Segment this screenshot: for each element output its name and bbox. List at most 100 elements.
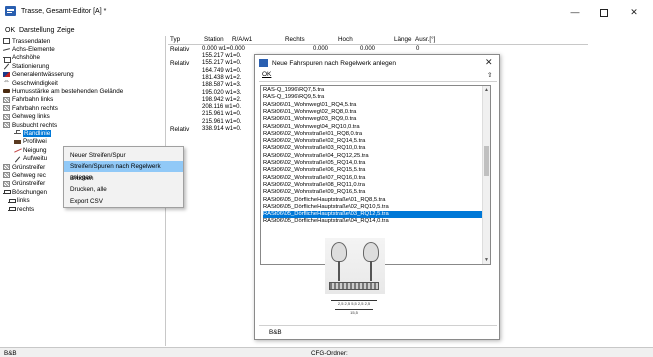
tree-item-label: Trassendaten	[12, 37, 51, 45]
tree-item[interactable]: Böschungen	[3, 188, 47, 196]
tree-item[interactable]: Generalentwässerung	[3, 71, 74, 79]
tree-item[interactable]: Neigung	[14, 146, 46, 154]
column-header-ausr[interactable]: Ausr.[°]	[415, 36, 435, 43]
tree-item[interactable]: Fahrbahn links	[3, 96, 53, 104]
tree-item[interactable]: Fahrbahn rechts	[3, 104, 58, 112]
list-item[interactable]: RAS-Q_1996\RQ9,5.tra	[263, 94, 483, 101]
tree-item-label: Neigung	[23, 146, 47, 154]
row-type: Relativ	[170, 46, 190, 53]
context-menu-item[interactable]: Neuer Streifen/Spur	[64, 150, 183, 161]
list-item[interactable]: RASt06\05_DörflicheHauptstraße\02_RQ10,5…	[263, 204, 483, 211]
row-station: 338.914 w1=0.	[202, 126, 242, 132]
tree-item-label: Randlinie	[23, 129, 52, 137]
row-hoch: 0.000	[360, 46, 376, 52]
tree-item[interactable]: Stationierung	[3, 62, 49, 70]
list-item[interactable]: RASt06\05_DörflicheHauptstraße\01_RQ8,5.…	[263, 197, 483, 204]
tree-item[interactable]: Grünstreifer	[3, 180, 45, 188]
tree-item[interactable]: Randlinie	[14, 129, 52, 137]
axis-icon	[3, 46, 10, 52]
tree-item[interactable]: Grünstreifer	[3, 163, 45, 171]
list-item[interactable]: RASt06\01_Wohnweg\01_RQ4,5.tra	[263, 102, 483, 109]
tree-item-label: Fahrbahn links	[12, 96, 54, 104]
menu-darstellung[interactable]: Darstellung	[19, 27, 54, 34]
row-station: 188.587 w1=3.	[202, 82, 242, 89]
list-item[interactable]: RASt06\02_Wohnstraße\06_RQ15,5.tra	[263, 167, 483, 174]
pin-icon[interactable]: ⇧	[487, 71, 492, 79]
list-item[interactable]: RASt06\02_Wohnstraße\05_RQ14,0.tra	[263, 160, 483, 167]
list-item[interactable]: RAS-Q_1996\RQ7,5.tra	[263, 87, 483, 94]
tree-item[interactable]: rechts	[8, 205, 34, 213]
column-header-hoch[interactable]: Hoch	[338, 36, 353, 43]
dialog-divider	[259, 81, 497, 82]
tree-item[interactable]: Profilwei	[14, 138, 47, 146]
tree-item[interactable]: Trassendaten	[3, 37, 50, 45]
row-station: 208.116 w1=0.	[202, 104, 242, 111]
scroll-down-icon[interactable]: ▼	[483, 256, 490, 264]
tree-item-label: Busbucht rechts	[12, 121, 58, 129]
close-button[interactable]: ✕	[627, 5, 641, 19]
menu-ok[interactable]: OK	[5, 27, 15, 34]
edge-line-icon	[14, 130, 21, 136]
tree-item[interactable]: Humusstärke am bestehenden Gelände	[3, 87, 123, 95]
tree-item[interactable]: Aufweitu	[14, 155, 47, 163]
dialog-ok-button[interactable]: OK	[262, 71, 271, 78]
column-header-typ[interactable]: Typ	[170, 36, 180, 43]
list-item[interactable]: RASt06\02_Wohnstraße\09_RQ16,5.tra	[263, 189, 483, 196]
list-item[interactable]: RASt06\01_Wohnweg\03_RQ9,0.tra	[263, 116, 483, 123]
tree-item-label: Profilwei	[23, 138, 47, 146]
tree-item[interactable]: links	[8, 197, 30, 205]
list-item[interactable]: RASt06\02_Wohnstraße\08_RQ11,0.tra	[263, 182, 483, 189]
list-scrollbar[interactable]: ▲ ▼	[482, 86, 490, 264]
list-item[interactable]: RASt06\05_DörflicheHauptstraße\04_RQ14,0…	[263, 218, 483, 225]
humus-icon	[3, 89, 10, 94]
tree-item[interactable]: Gehweg rec	[3, 171, 46, 179]
list-item[interactable]: RASt06\01_Wohnweg\04_RQ10,0.tra	[263, 124, 483, 131]
dimension-line-bottom: 15,5	[335, 309, 373, 315]
minimize-button[interactable]: —	[568, 5, 582, 19]
menu-zeige[interactable]: Zeige	[57, 27, 75, 34]
row-station: 215.961 w1=0.	[202, 118, 242, 125]
column-header-laenge[interactable]: Länge	[394, 36, 412, 43]
list-item[interactable]: RASt06\02_Wohnstraße\03_RQ10,0.tra	[263, 145, 483, 152]
dialog-close-button[interactable]: ✕	[485, 57, 493, 68]
tree-item-label: rechts	[17, 205, 35, 213]
dimension-line-top: 2,5 2,5 5,5 2,5 2,5	[331, 300, 377, 306]
scroll-up-icon[interactable]: ▲	[483, 86, 490, 94]
tree-item[interactable]: Geschwindigkeit	[3, 78, 58, 87]
list-item[interactable]: RASt06\05_DörflicheHauptstraße\03_RQ12,5…	[263, 211, 483, 219]
row-station: 155.217 w1=0.	[202, 60, 242, 67]
data-box-icon	[3, 38, 10, 44]
context-menu-item[interactable]: Drucken, alle	[64, 184, 183, 195]
maximize-icon	[600, 8, 608, 17]
scroll-thumb[interactable]	[484, 146, 489, 176]
maximize-button[interactable]	[597, 5, 611, 19]
drainage-icon	[3, 72, 10, 78]
list-item[interactable]: RASt06\02_Wohnstraße\02_RQ14,5.tra	[263, 138, 483, 145]
embankment-right-icon	[8, 206, 16, 212]
stationing-icon	[3, 63, 10, 69]
profile-width-icon	[14, 139, 21, 144]
tree-item[interactable]: Achs-Elemente	[3, 45, 55, 53]
context-menu-item[interactable]: Streifen/Spuren nach Regelwerk anlegen	[64, 161, 183, 181]
road-surface-icon	[329, 282, 379, 290]
tree-item[interactable]: Gehweg links	[3, 113, 50, 121]
tree-item[interactable]: Achshöhe	[3, 54, 40, 63]
green-strip-icon	[3, 164, 10, 170]
context-menu-item[interactable]: Drucken	[64, 173, 183, 184]
tree-item-label: Fahrbahn rechts	[12, 104, 58, 112]
tree-item-label: Grünstreifer	[12, 180, 46, 188]
list-item[interactable]: RASt06\02_Wohnstraße\04_RQ12,25.tra	[263, 153, 483, 160]
list-item[interactable]: RASt06\01_Wohnweg\02_RQ8,0.tra	[263, 109, 483, 116]
context-menu-item[interactable]: Export CSV	[64, 196, 183, 207]
column-header-rechts[interactable]: Rechts	[285, 36, 305, 43]
column-header-raw1[interactable]: R/A/w1	[232, 36, 252, 43]
list-item[interactable]: RASt06\02_Wohnstraße\01_RQ8,0.tra	[263, 131, 483, 138]
embankment-left-icon	[8, 198, 16, 204]
list-item[interactable]: RASt06\02_Wohnstraße\07_RQ16,0.tra	[263, 175, 483, 182]
tree-left-icon	[331, 242, 347, 281]
tree-item-label: Aufweitu	[23, 155, 48, 163]
cross-section-preview: 2,5 2,5 5,5 2,5 2,5 15,5	[325, 238, 385, 320]
dialog-footer-divider	[259, 325, 497, 326]
column-header-station[interactable]: Station	[204, 36, 224, 43]
tree-item[interactable]: Busbucht rechts	[3, 121, 57, 129]
